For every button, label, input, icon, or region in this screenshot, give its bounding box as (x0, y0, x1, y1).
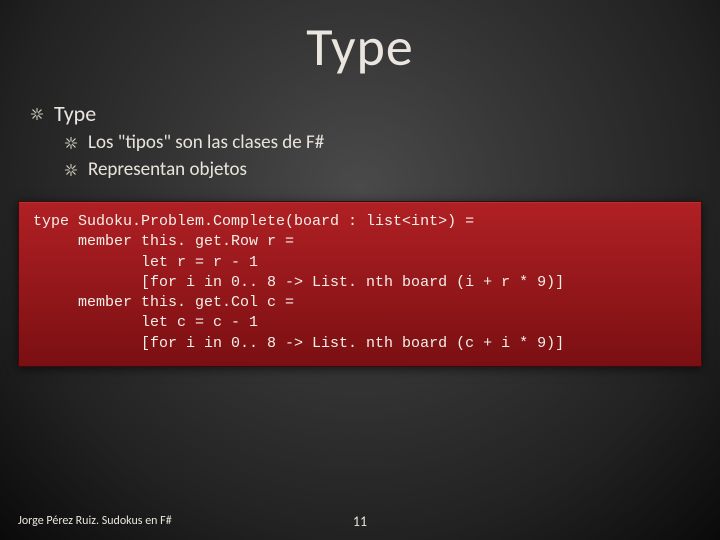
bullet-level2: Los "tipos" son las clases de F# (30, 131, 690, 154)
footer-author: Jorge Pérez Ruiz. Sudokus en F# (18, 514, 172, 528)
slide-body: Type Los "tipos" son las clases de F# Re… (0, 80, 720, 181)
asterisk-icon (64, 136, 78, 150)
bullet-level1: Type (30, 100, 690, 127)
code-line: [for i in 0.. 8 -> List. nth board (i + … (33, 273, 687, 293)
code-line: member this. get.Col c = (33, 293, 687, 313)
code-line: type Sudoku.Problem.Complete(board : lis… (33, 212, 687, 232)
asterisk-icon (64, 163, 78, 177)
bullet-level2: Representan objetos (30, 158, 690, 181)
code-line: let r = r - 1 (33, 253, 687, 273)
bullet-text: Type (54, 100, 96, 127)
asterisk-icon (30, 107, 44, 121)
bullet-text: Los "tipos" son las clases de F# (88, 131, 324, 154)
code-line: let c = c - 1 (33, 313, 687, 333)
slide-title: Type (0, 0, 720, 80)
slide-footer: Jorge Pérez Ruiz. Sudokus en F# 11 (18, 514, 702, 528)
bullet-text: Representan objetos (88, 158, 247, 181)
code-line: [for i in 0.. 8 -> List. nth board (c + … (33, 334, 687, 354)
code-line: member this. get.Row r = (33, 232, 687, 252)
code-block: type Sudoku.Problem.Complete(board : lis… (18, 201, 702, 367)
page-number: 11 (353, 513, 367, 530)
